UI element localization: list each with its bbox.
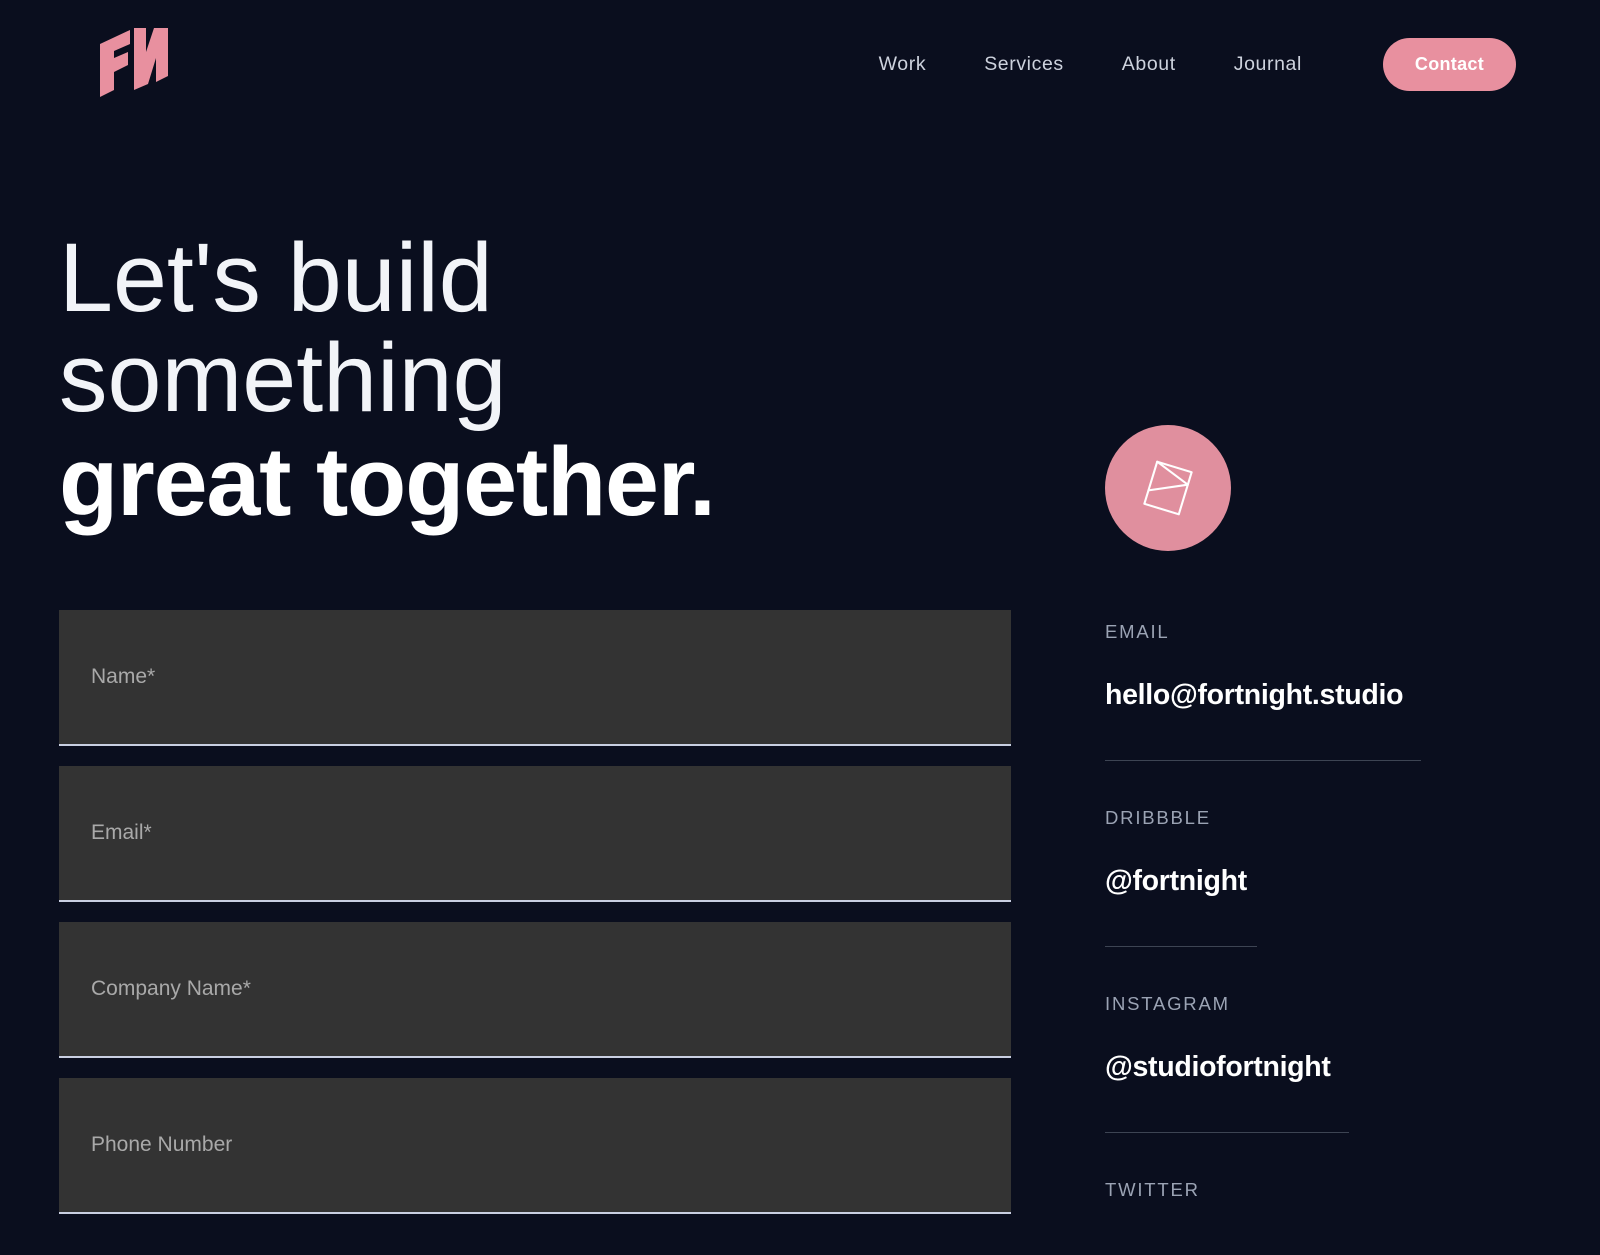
contact-label-instagram: INSTAGRAM: [1105, 993, 1230, 1014]
site-header: Work Services About Journal Contact: [0, 0, 1600, 128]
fn-monogram-logo: [100, 28, 168, 97]
company-input[interactable]: [59, 922, 1011, 1056]
contact-item-email: EMAIL hello@fortnight.studio: [1105, 621, 1505, 712]
email-input[interactable]: [59, 766, 1011, 900]
main-navigation: Work Services About Journal Contact: [850, 37, 1516, 91]
headline-line-3: great together.: [59, 426, 716, 536]
contact-value-dribbble[interactable]: @fortnight: [1105, 865, 1505, 898]
contact-divider-3: [1105, 1132, 1349, 1133]
headline-line-1: Let's build: [59, 223, 493, 332]
contact-page: Work Services About Journal Contact Let'…: [0, 0, 1600, 1255]
contact-divider-1: [1105, 760, 1421, 761]
nav-item-services[interactable]: Services: [955, 53, 1093, 76]
name-field[interactable]: [59, 610, 1011, 746]
phone-field[interactable]: [59, 1078, 1011, 1214]
contact-label-twitter: TWITTER: [1105, 1179, 1200, 1200]
contact-divider-2: [1105, 946, 1257, 947]
contact-label-email: EMAIL: [1105, 621, 1170, 642]
contact-form: [59, 610, 1011, 1234]
envelope-icon: [1143, 460, 1193, 516]
name-input[interactable]: [59, 610, 1011, 744]
nav-item-work[interactable]: Work: [850, 53, 956, 76]
page-title: Let's build something great together.: [59, 228, 959, 532]
phone-input[interactable]: [59, 1078, 1011, 1212]
company-field[interactable]: [59, 922, 1011, 1058]
contact-label-dribbble: DRIBBBLE: [1105, 807, 1211, 828]
contact-item-twitter: TWITTER: [1105, 1179, 1505, 1201]
headline-line-2: something: [59, 322, 507, 432]
contact-button[interactable]: Contact: [1382, 37, 1516, 91]
email-field[interactable]: [59, 766, 1011, 902]
contact-value-instagram[interactable]: @studiofortnight: [1105, 1051, 1505, 1084]
contact-item-dribbble: DRIBBBLE @fortnight: [1105, 807, 1505, 898]
contact-item-instagram: INSTAGRAM @studiofortnight: [1105, 993, 1505, 1084]
nav-item-journal[interactable]: Journal: [1205, 53, 1331, 76]
logo-home-link[interactable]: [78, 24, 174, 104]
contact-value-email[interactable]: hello@fortnight.studio: [1105, 679, 1505, 712]
contact-details-panel: EMAIL hello@fortnight.studio DRIBBBLE @f…: [1105, 425, 1505, 1237]
envelope-badge: [1105, 425, 1231, 551]
nav-item-about[interactable]: About: [1093, 53, 1205, 76]
